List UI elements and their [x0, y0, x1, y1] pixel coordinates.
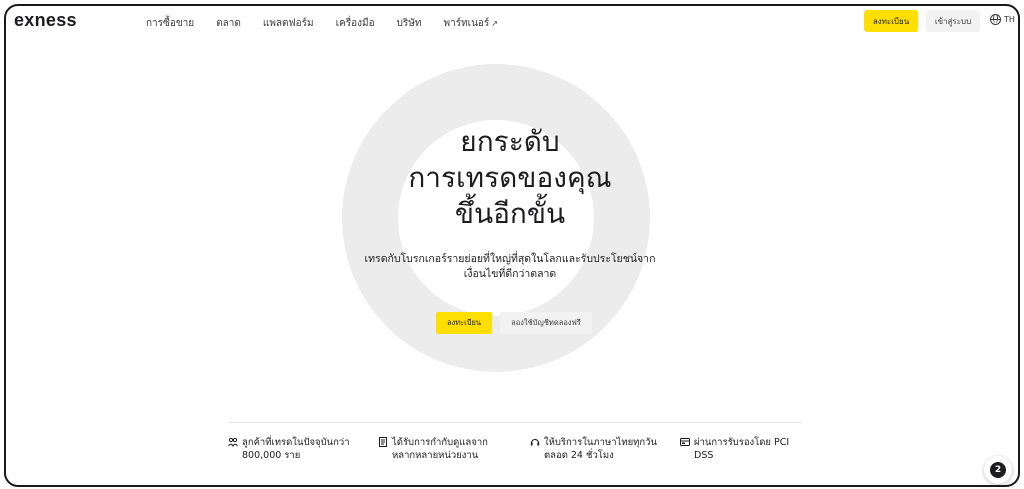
register-button[interactable]: ลงทะเบียน: [436, 312, 492, 334]
users-icon: [228, 437, 238, 447]
hero-subtitle-line-2: เงื่อนไขที่ดีกว่าตลาด: [463, 268, 557, 280]
hero-title-line-3: ขึ้นอีกขั้น: [454, 197, 566, 230]
language-selector[interactable]: TH: [990, 14, 1015, 25]
shield-card-icon: [680, 438, 690, 446]
exness-logo[interactable]: exness: [14, 10, 77, 31]
nav-platforms-label: แพลตฟอร์ม: [262, 18, 314, 29]
nav-trading[interactable]: การซื้อขาย: [146, 16, 194, 31]
free-demo-button[interactable]: ลองใช้บัญชีทดลองฟรี: [500, 312, 592, 334]
nav-company-label: บริษัท: [396, 18, 422, 29]
feature-support: ให้บริการในภาษาไทยทุกวัน ตลอด 24 ชั่วโมง: [530, 436, 657, 462]
hero-title: ยกระดับ การเทรดของคุณ ขึ้นอีกขั้น: [306, 124, 714, 232]
features-divider: [228, 422, 802, 423]
feature-regulated: ได้รับการกำกับดูแลจาก หลากหลายหน่วยงาน: [378, 436, 488, 462]
browser-frame: exness การซื้อขาย ตลาด แพลตฟอร์ม เครื่อง…: [4, 4, 1020, 487]
feature-pci-line-1: ผ่านการรับรองโดย PCI: [694, 437, 790, 448]
document-icon: [379, 437, 387, 447]
hero-subtitle: เทรดกับโบรกเกอร์รายย่อยที่ใหญ่ที่สุดในโล…: [336, 252, 684, 282]
nav-platforms[interactable]: แพลตฟอร์ม: [263, 16, 314, 31]
nav-company[interactable]: บริษัท: [397, 16, 422, 31]
login-button-header[interactable]: เข้าสู่ระบบ: [926, 10, 980, 32]
hero-subtitle-line-1: เทรดกับโบรกเกอร์รายย่อยที่ใหญ่ที่สุดในโล…: [364, 253, 656, 265]
language-code: TH: [1004, 15, 1015, 24]
feature-regulated-line-1: ได้รับการกำกับดูแลจาก: [392, 437, 488, 448]
main-nav: การซื้อขาย ตลาด แพลตฟอร์ม เครื่องมือ บริ…: [146, 16, 520, 31]
nav-markets-label: ตลาด: [216, 18, 241, 29]
feature-support-line-1: ให้บริการในภาษาไทยทุกวัน: [544, 437, 657, 448]
hero-title-line-2: การเทรดของคุณ: [408, 161, 612, 194]
hero-title-line-1: ยกระดับ: [460, 125, 560, 158]
chat-bubble-icon: 2: [990, 462, 1006, 478]
globe-icon: [990, 14, 1001, 25]
feature-clients-line-1: ลูกค้าที่เทรดในปัจจุบันกว่า: [242, 437, 350, 448]
feature-regulated-line-2: หลากหลายหน่วยงาน: [392, 450, 479, 461]
register-button-header[interactable]: ลงทะเบียน: [864, 10, 918, 32]
feature-support-line-2: ตลอด 24 ชั่วโมง: [544, 450, 614, 461]
nav-partners[interactable]: พาร์ทเนอร์ ↗: [443, 16, 498, 31]
chat-widget-button[interactable]: 2: [984, 456, 1012, 484]
nav-partners-label: พาร์ทเนอร์: [443, 18, 490, 29]
feature-clients-line-2: 800,000 ราย: [242, 450, 301, 461]
feature-clients: ลูกค้าที่เทรดในปัจจุบันกว่า 800,000 ราย: [228, 436, 350, 462]
nav-markets[interactable]: ตลาด: [216, 16, 241, 31]
feature-pci: ผ่านการรับรองโดย PCI DSS: [680, 436, 789, 462]
nav-tools-label: เครื่องมือ: [335, 18, 375, 29]
nav-trading-label: การซื้อขาย: [146, 18, 195, 29]
top-header: exness การซื้อขาย ตลาด แพลตฟอร์ม เครื่อง…: [6, 6, 1018, 40]
feature-pci-line-2: DSS: [694, 450, 714, 461]
nav-tools[interactable]: เครื่องมือ: [336, 16, 375, 31]
chat-badge-count: 2: [994, 465, 1002, 475]
headset-icon: [530, 439, 540, 446]
external-arrow-icon: ↗: [491, 19, 498, 28]
